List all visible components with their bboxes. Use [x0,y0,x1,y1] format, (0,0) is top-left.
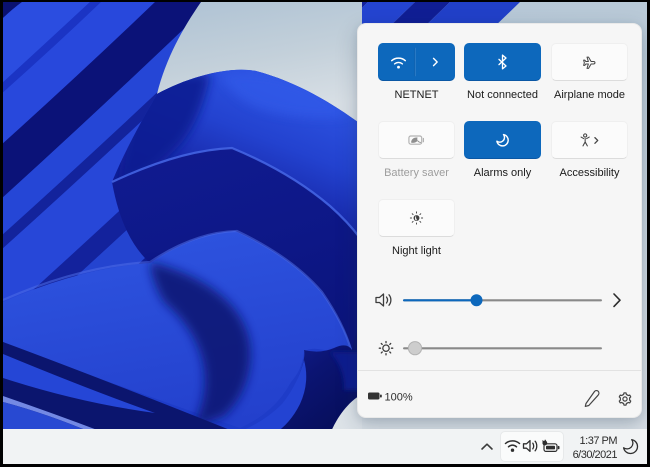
svg-text:100%: 100% [385,392,413,404]
